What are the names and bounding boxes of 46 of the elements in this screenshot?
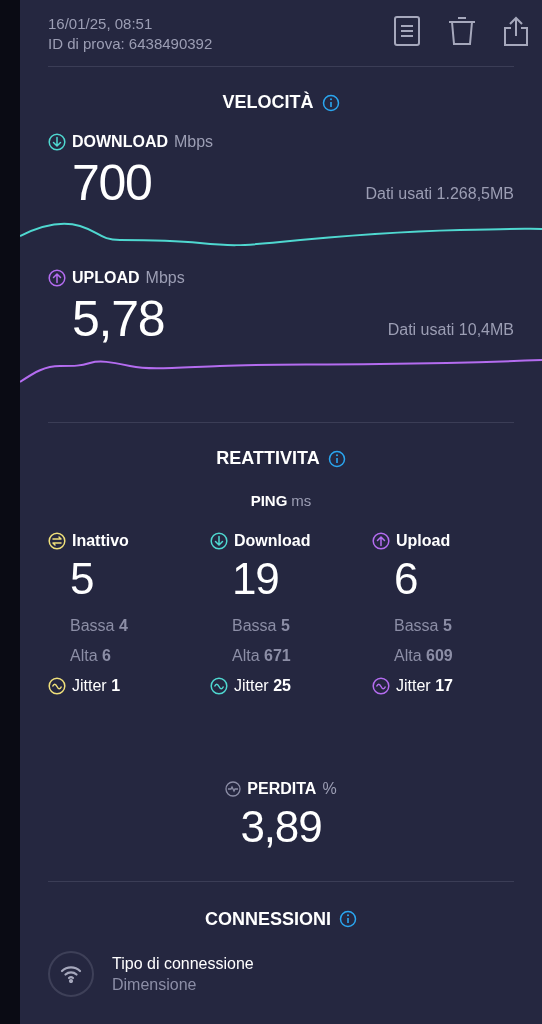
wifi-icon <box>48 950 94 997</box>
ping-column-label: Inattivo <box>72 530 129 551</box>
speed-label: DOWNLOAD <box>72 132 168 152</box>
speed-value: 700 <box>72 154 152 212</box>
info-icon[interactable] <box>327 449 346 468</box>
jitter-value: Jitter 1 <box>72 675 121 696</box>
ping-column-label: Upload <box>396 530 451 551</box>
ping-high: Alta 671 <box>231 645 292 666</box>
test-id: ID di prova: 6438490392 <box>48 34 213 54</box>
wave-icon <box>48 676 66 695</box>
connection-subtitle: Dimensione <box>112 974 198 995</box>
pulse-icon <box>225 780 242 797</box>
ping-unit: ms <box>291 491 312 511</box>
ping-label: PING <box>250 491 288 511</box>
test-date: 16/01/25, 08:51 <box>48 14 154 34</box>
section-title: CONNESSIONI <box>205 907 331 931</box>
info-icon[interactable] <box>339 910 357 928</box>
loss-value: 3,89 <box>240 800 322 853</box>
wave-icon <box>372 676 390 695</box>
speed-value: 5,78 <box>72 290 165 348</box>
ping-value: 19 <box>231 552 280 605</box>
loss-unit: % <box>322 778 337 799</box>
ping-high: Alta 6 <box>69 645 112 666</box>
ping-column-label: Download <box>234 530 311 551</box>
ping-value: 6 <box>393 552 419 605</box>
loss-label: PERDITA <box>247 778 317 799</box>
section-title: REATTIVITA <box>216 447 320 470</box>
trash-icon[interactable] <box>448 16 476 46</box>
data-used: Dati usati 10,4MB <box>387 320 514 340</box>
speed-unit: Mbps <box>145 268 185 288</box>
data-used: Dati usati 1.268,5MB <box>365 184 514 204</box>
ping-high: Alta 609 <box>393 645 454 666</box>
share-icon[interactable] <box>504 16 528 46</box>
section-title: VELOCITÀ <box>222 90 314 114</box>
ping-low: Bassa 5 <box>231 615 291 636</box>
connection-title: Tipo di connessione <box>112 953 254 974</box>
document-icon[interactable] <box>394 16 420 46</box>
jitter-value: Jitter 25 <box>234 675 291 696</box>
ping-value: 5 <box>69 552 95 605</box>
speed-unit: Mbps <box>174 132 214 152</box>
info-icon[interactable] <box>321 93 340 112</box>
wave-icon <box>210 676 228 695</box>
ping-low: Bassa 5 <box>393 615 453 636</box>
ping-low: Bassa 4 <box>69 615 129 636</box>
jitter-value: Jitter 17 <box>396 675 453 696</box>
speed-label: UPLOAD <box>72 268 140 288</box>
